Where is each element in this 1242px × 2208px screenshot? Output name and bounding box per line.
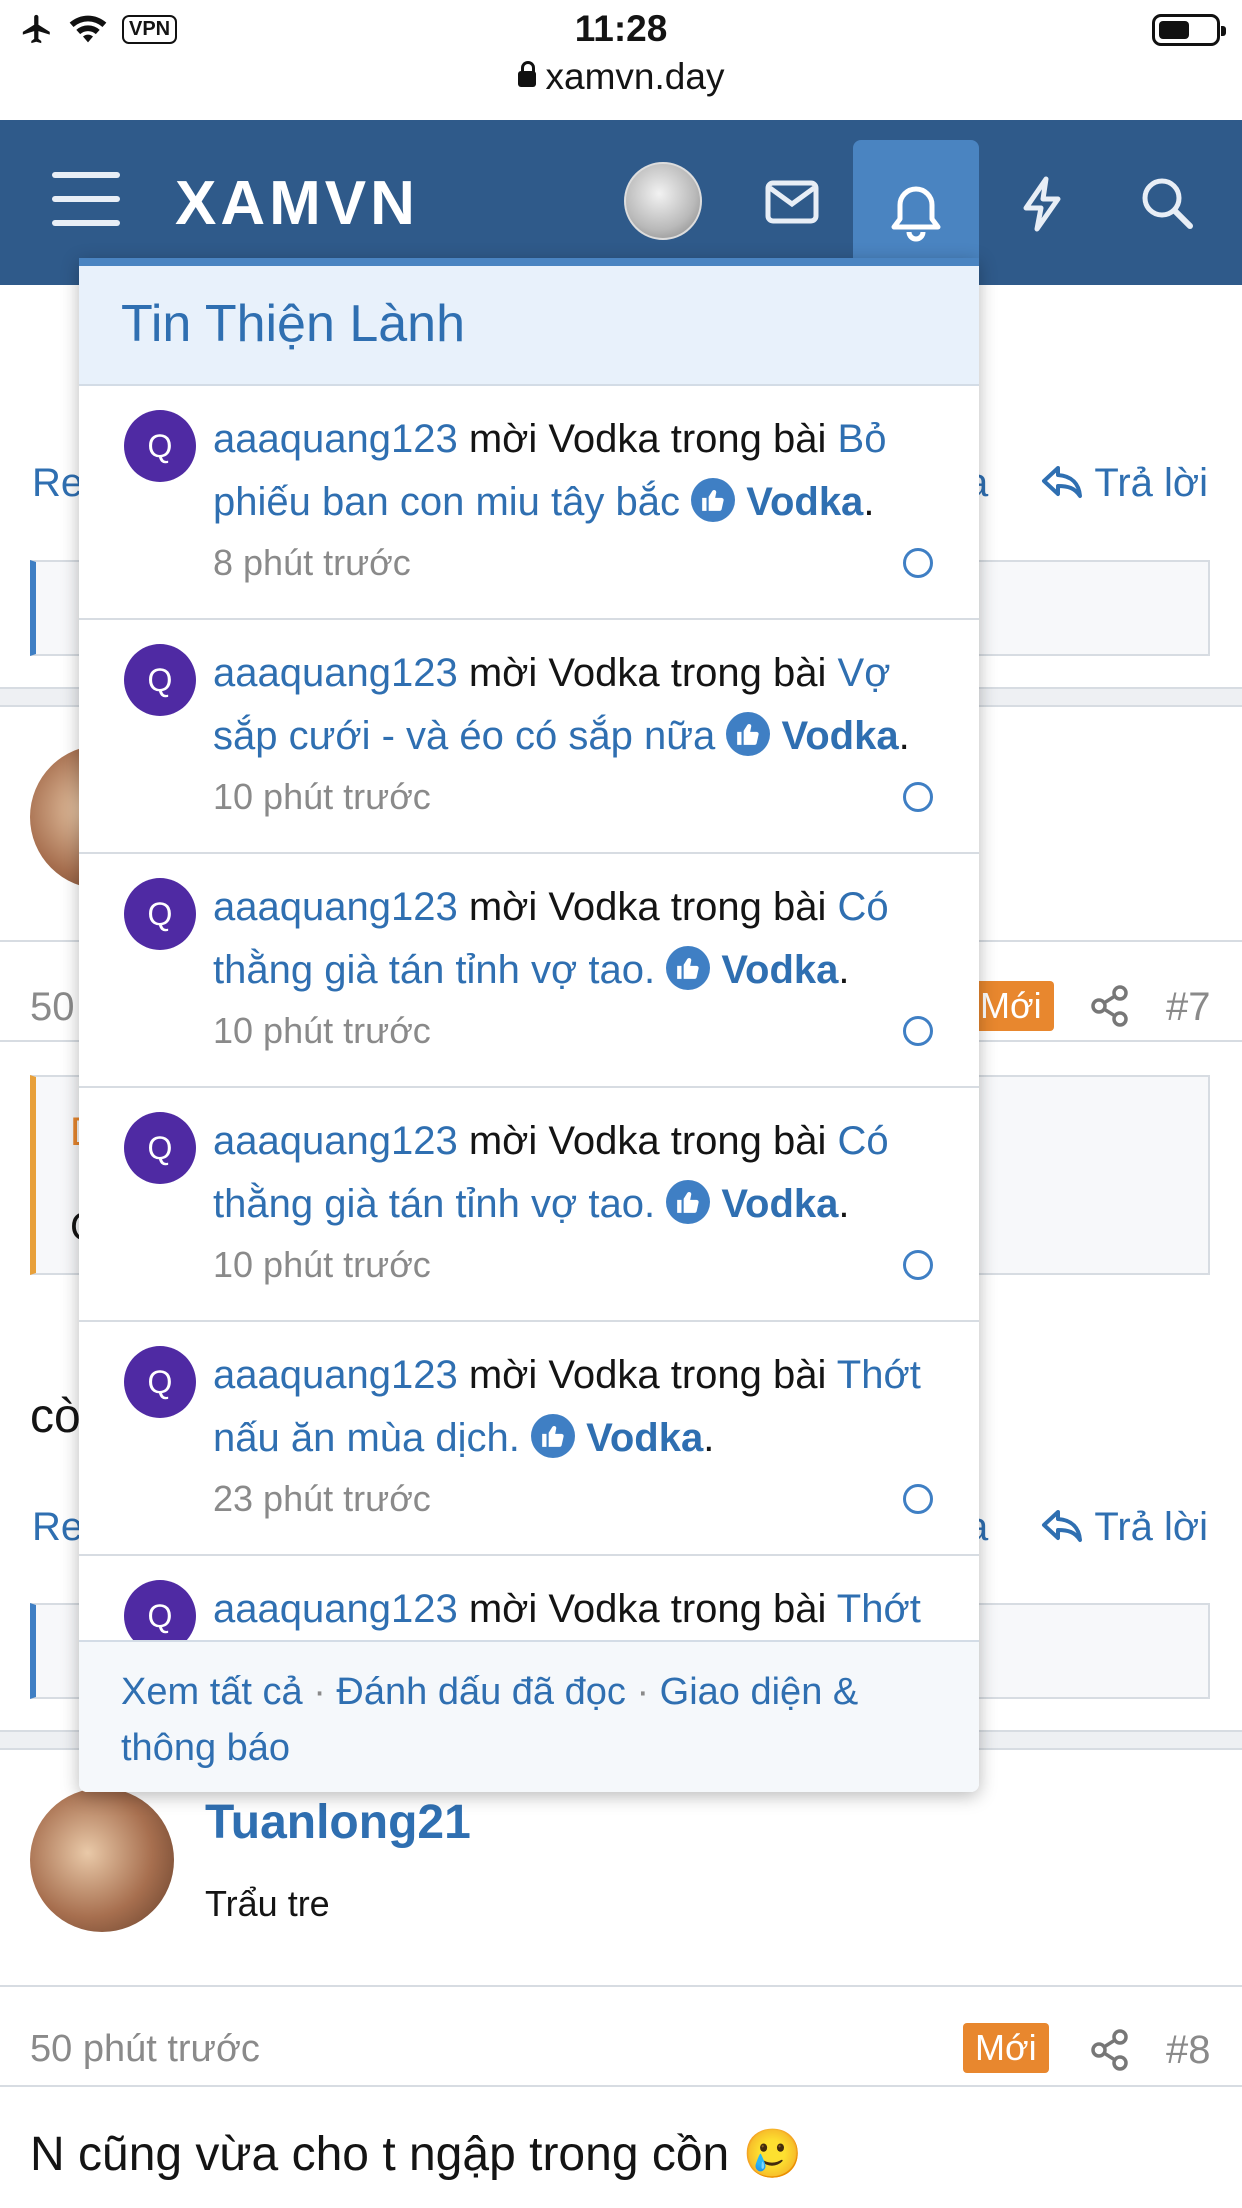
like-icon xyxy=(726,712,771,756)
share-icon[interactable] xyxy=(1090,2029,1130,2071)
reply-label: Trả lời xyxy=(1094,1505,1209,1549)
view-all-link[interactable]: Xem tất cả xyxy=(121,1671,303,1713)
post7-time-fragment: 50 xyxy=(30,985,75,1029)
address-bar[interactable]: xamvn.day xyxy=(0,56,1242,98)
unread-dot-icon[interactable] xyxy=(903,1250,933,1280)
alert-avatar[interactable]: Q xyxy=(124,1580,196,1640)
new-badge-8: Mới xyxy=(963,2023,1049,2073)
alert-avatar[interactable]: Q xyxy=(124,878,196,950)
alert-user[interactable]: aaaquang123 xyxy=(213,885,458,929)
reply-label: Trả lời xyxy=(1094,461,1209,505)
alert-item[interactable]: Qaaaquang123 mời Vodka trong bài Vợ sắp … xyxy=(79,620,979,854)
post8-username[interactable]: Tuanlong21 xyxy=(205,1795,471,1850)
dropdown-title[interactable]: Tin Thiện Lành xyxy=(79,266,979,386)
reply-icon xyxy=(1042,466,1082,498)
unread-dot-icon[interactable] xyxy=(903,1016,933,1046)
post8-time: 50 phút trước xyxy=(30,2028,260,2070)
bell-icon xyxy=(891,186,941,242)
new-badge-7: Mới xyxy=(968,981,1054,1031)
battery-icon xyxy=(1152,14,1226,46)
alert-avatar[interactable]: Q xyxy=(124,644,196,716)
divider xyxy=(0,2085,1242,2087)
search-icon[interactable] xyxy=(1140,176,1194,230)
alert-item[interactable]: Qaaaquang123 mời Vodka trong bài Bỏ phiế… xyxy=(79,386,979,620)
alert-avatar[interactable]: Q xyxy=(124,410,196,482)
dropdown-footer: Xem tất cả · Đánh dấu đã đọc · Giao diện… xyxy=(79,1640,979,1792)
alert-verb: mời Vodka trong bài xyxy=(468,651,827,695)
alert-text: aaaquang123 mời Vodka trong bài Có thằng… xyxy=(213,1119,889,1226)
alert-item[interactable]: Qaaaquang123 mời Vodka trong bài Thớt nấ… xyxy=(79,1556,979,1640)
alert-text: aaaquang123 mời Vodka trong bài Có thằng… xyxy=(213,885,889,992)
lock-icon xyxy=(517,61,536,87)
separator: · xyxy=(313,1671,326,1713)
alert-verb: mời Vodka trong bài xyxy=(468,885,827,929)
like-icon xyxy=(666,946,711,990)
url-text: xamvn.day xyxy=(545,56,725,97)
alert-reactor[interactable]: Vodka xyxy=(586,1416,703,1460)
reply-button-2[interactable]: Trả lời xyxy=(1040,1505,1208,1550)
status-bar: VPN 11:28 xamvn.day xyxy=(0,0,1242,120)
user-avatar[interactable] xyxy=(624,162,702,240)
post-body-fragment: cò xyxy=(30,1390,81,1443)
alert-reactor[interactable]: Vodka xyxy=(746,480,863,524)
reply-left-fragment-2[interactable]: Re xyxy=(32,1505,83,1550)
site-logo[interactable]: XAMVN xyxy=(175,168,419,239)
reply-left-fragment-1[interactable]: Re xyxy=(32,461,83,506)
post7-number[interactable]: #7 xyxy=(1166,985,1211,1030)
unread-dot-icon[interactable] xyxy=(903,782,933,812)
mail-icon[interactable] xyxy=(765,180,819,224)
unread-dot-icon[interactable] xyxy=(903,548,933,578)
clock: 11:28 xyxy=(574,8,668,49)
alert-verb: mời Vodka trong bài xyxy=(468,1119,827,1163)
alert-time: 23 phút trước xyxy=(213,1478,431,1519)
post8-body: N cũng vừa cho t ngập trong cồn 🥲 xyxy=(30,2128,803,2181)
bolt-icon[interactable] xyxy=(1020,176,1064,232)
alerts-dropdown: Tin Thiện Lành Qaaaquang123 mời Vodka tr… xyxy=(79,258,979,1792)
alert-text: aaaquang123 mời Vodka trong bài Bỏ phiếu… xyxy=(213,417,887,524)
alerts-list[interactable]: Qaaaquang123 mời Vodka trong bài Bỏ phiế… xyxy=(79,386,979,1640)
alert-text: aaaquang123 mời Vodka trong bài Thớt nấu… xyxy=(213,1353,921,1460)
post8-avatar[interactable] xyxy=(30,1788,174,1932)
alert-time: 10 phút trước xyxy=(213,1244,431,1285)
alert-item[interactable]: Qaaaquang123 mời Vodka trong bài Có thằn… xyxy=(79,1088,979,1322)
emoji: 🥲 xyxy=(742,2128,803,2181)
alert-item[interactable]: Qaaaquang123 mời Vodka trong bài Thớt nấ… xyxy=(79,1322,979,1556)
alert-avatar[interactable]: Q xyxy=(124,1346,196,1418)
alert-time: 8 phút trước xyxy=(213,542,411,583)
post8-user-title: Trẩu tre xyxy=(205,1883,330,1924)
alert-user[interactable]: aaaquang123 xyxy=(213,1119,458,1163)
menu-icon[interactable] xyxy=(52,172,120,228)
alert-user[interactable]: aaaquang123 xyxy=(213,651,458,695)
alert-verb: mời Vodka trong bài xyxy=(468,1587,827,1631)
alert-user[interactable]: aaaquang123 xyxy=(213,1587,458,1631)
alert-verb: mời Vodka trong bài xyxy=(468,417,827,461)
alert-reactor[interactable]: Vodka xyxy=(721,1182,838,1226)
unread-dot-icon[interactable] xyxy=(903,1484,933,1514)
alert-item[interactable]: Qaaaquang123 mời Vodka trong bài Có thằn… xyxy=(79,854,979,1088)
alert-user[interactable]: aaaquang123 xyxy=(213,417,458,461)
alert-time: 10 phút trước xyxy=(213,776,431,817)
alert-avatar[interactable]: Q xyxy=(124,1112,196,1184)
reply-button-1[interactable]: Trả lời xyxy=(1040,461,1208,506)
separator: · xyxy=(636,1671,650,1713)
share-icon[interactable] xyxy=(1090,985,1130,1027)
alert-text: aaaquang123 mời Vodka trong bài Thớt nấu… xyxy=(213,1578,929,1640)
alert-reactor[interactable]: Vodka xyxy=(721,948,838,992)
alert-time: 10 phút trước xyxy=(213,1010,431,1051)
alert-reactor[interactable]: Vodka xyxy=(782,714,899,758)
like-icon xyxy=(531,1414,575,1458)
mark-read-link[interactable]: Đánh dấu đã đọc xyxy=(336,1671,625,1713)
reply-icon xyxy=(1042,1510,1082,1542)
alert-verb: mời Vodka trong bài xyxy=(468,1353,827,1397)
alert-user[interactable]: aaaquang123 xyxy=(213,1353,458,1397)
like-icon xyxy=(666,1180,711,1224)
divider xyxy=(0,1985,1242,1987)
like-icon xyxy=(691,478,736,522)
alert-text: aaaquang123 mời Vodka trong bài Vợ sắp c… xyxy=(213,651,910,758)
post8-number[interactable]: #8 xyxy=(1166,2028,1211,2073)
